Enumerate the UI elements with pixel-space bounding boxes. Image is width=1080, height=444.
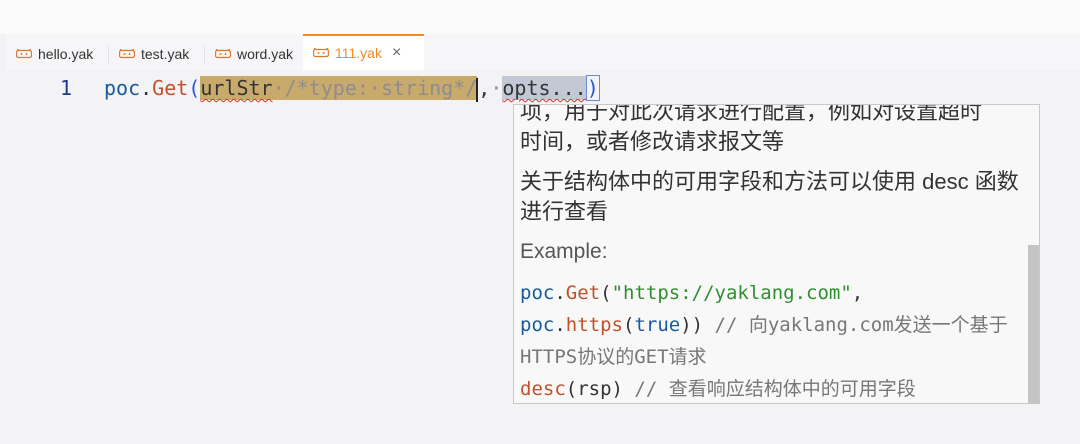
code-token-open-paren: ( (188, 76, 201, 100)
code-token-space: · (490, 76, 503, 100)
code-token-function: Get (152, 76, 189, 100)
example-label: Example: (520, 240, 608, 263)
inlay-type-hint: ·/*type:·string*/ (272, 76, 478, 100)
example-code-line: poc.https(true)) // 向yaklang.com发送一个基于HT… (520, 314, 1008, 368)
tab-label: 111.yak (335, 45, 382, 61)
close-icon[interactable]: × (392, 44, 401, 62)
hover-documentation-popup[interactable]: 项，用于对此次请求进行配置，例如对设置超时 时间，或者修改请求报文等 关于结构体… (513, 104, 1040, 404)
code-token-object: poc (104, 76, 141, 100)
tab-word-yak[interactable]: word.yak (205, 40, 303, 68)
example-code-line: poc.Get("https://yaklang.com", (520, 282, 864, 304)
tab-hello-yak[interactable]: hello.yak (6, 40, 109, 68)
yak-file-icon (119, 49, 135, 59)
example-code-line: desc(rsp) // 查看响应结构体中的可用字段 (520, 378, 916, 400)
yak-file-icon (16, 49, 32, 59)
title-strip (0, 0, 1080, 35)
code-token-close-paren: ) (585, 75, 600, 101)
tab-label: test.yak (141, 46, 190, 62)
code-token-comma: , (478, 76, 491, 100)
doc-paragraph: 关于结构体中的可用字段和方法可以使用 desc 函数进行查看 (520, 169, 1019, 224)
code-token-param-urlstr: urlStr (200, 76, 273, 100)
code-token-dot: . (140, 76, 153, 100)
code-line[interactable]: poc.Get(urlStr·/*type:·string*/,·opts...… (104, 75, 600, 102)
tab-111-yak[interactable]: 111.yak × (303, 34, 424, 70)
line-number: 1 (60, 76, 73, 100)
param-highlight-urlstr: urlStr·/*type:·string*/ (200, 76, 478, 100)
doc-text-line: 时间，或者修改请求报文等 (520, 129, 785, 154)
editor-tab-bar: hello.yak test.yak word.yak 111.yak × (6, 34, 1080, 70)
yak-file-icon (215, 49, 231, 59)
tab-test-yak[interactable]: test.yak (109, 40, 205, 68)
tab-label: word.yak (237, 46, 294, 62)
yak-file-icon (313, 48, 329, 58)
tab-label: hello.yak (38, 46, 94, 62)
code-token-param-opts: opts... (502, 76, 587, 100)
example-code: poc.Get("https://yaklang.com", poc.https… (520, 277, 1023, 403)
doc-text-line: 项，用于对此次请求进行配置，例如对设置超时 (520, 104, 983, 124)
param-highlight-opts: opts... (502, 76, 587, 100)
popup-scrollbar[interactable] (1028, 245, 1039, 403)
